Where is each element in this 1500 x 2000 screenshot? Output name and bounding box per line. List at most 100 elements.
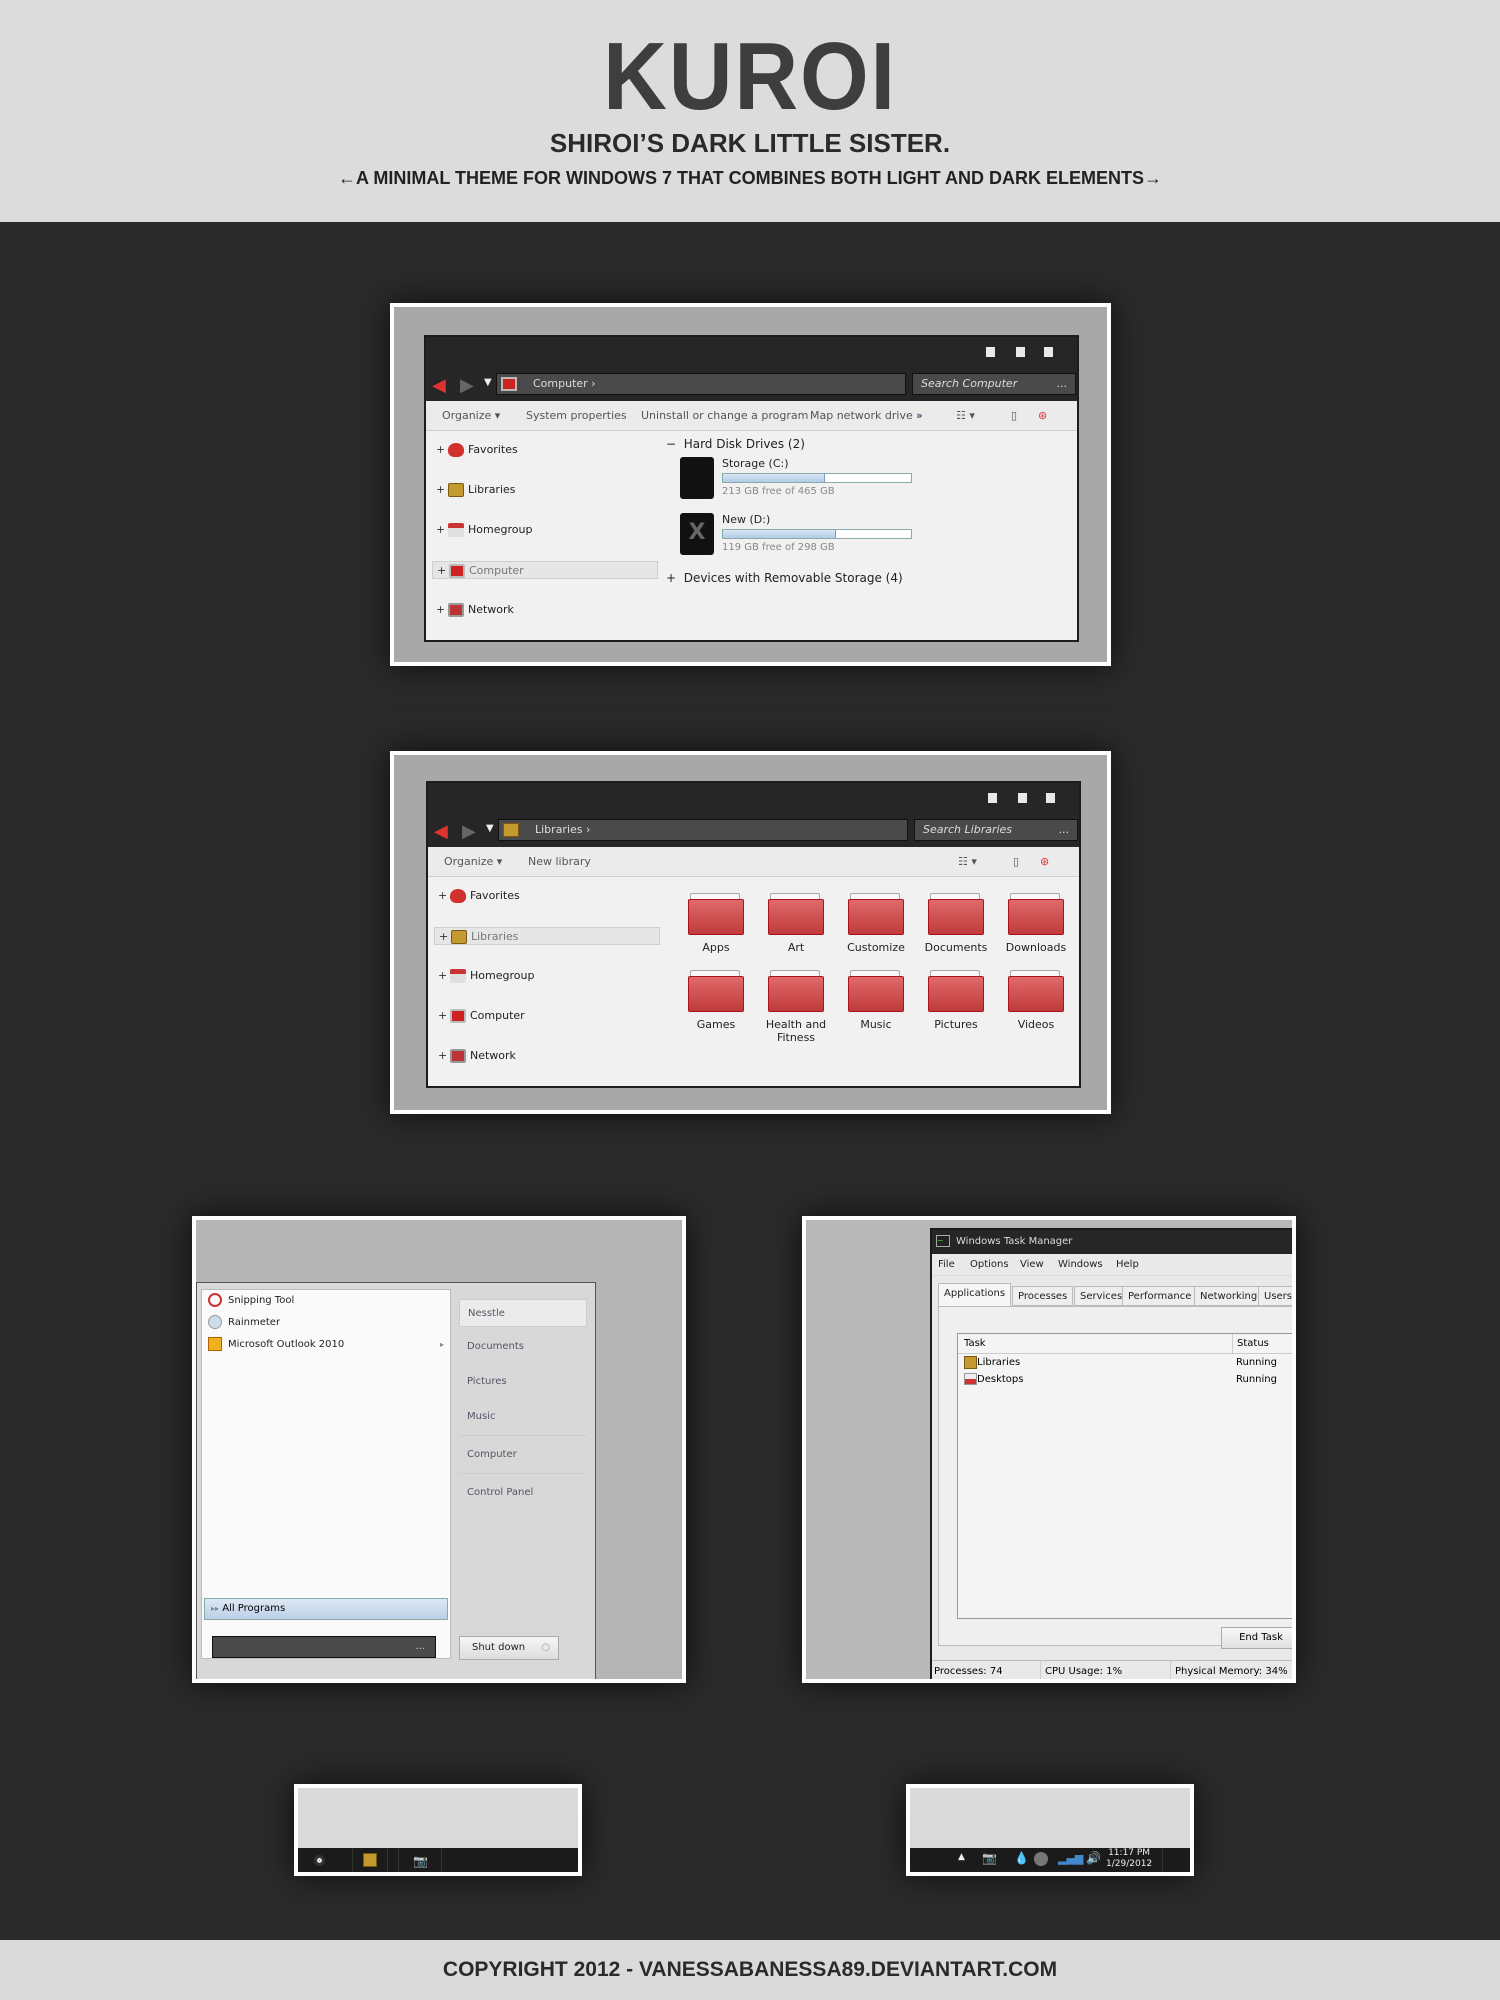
- history-dropdown-icon[interactable]: ▼: [484, 377, 492, 388]
- nav-item-computer[interactable]: + Computer: [432, 561, 658, 579]
- rainmeter-drop-icon[interactable]: 💧: [1014, 1851, 1029, 1865]
- right-item-pictures[interactable]: Pictures: [459, 1368, 587, 1396]
- organize-button[interactable]: Organize ▾: [442, 401, 500, 431]
- minimize-button[interactable]: [986, 347, 995, 357]
- menu-windows[interactable]: Windows: [1058, 1254, 1103, 1276]
- volume-icon[interactable]: 🔊: [1086, 1851, 1101, 1865]
- right-item-control-panel[interactable]: Control Panel: [459, 1479, 587, 1507]
- close-button[interactable]: [1044, 347, 1053, 357]
- right-item-documents[interactable]: Documents: [459, 1333, 587, 1361]
- new-library-button[interactable]: New library: [528, 847, 591, 877]
- folder-item[interactable]: Videos: [996, 970, 1076, 1031]
- folder-item[interactable]: Art: [756, 893, 836, 954]
- library-icon: [451, 930, 467, 944]
- tab-processes[interactable]: Processes: [1012, 1286, 1074, 1306]
- menu-help[interactable]: Help: [1116, 1254, 1139, 1276]
- folder-item[interactable]: Health and Fitness: [756, 970, 836, 1044]
- tab-users[interactable]: Users: [1258, 1286, 1292, 1306]
- column-task[interactable]: Task: [964, 1334, 986, 1354]
- preview-pane-icon[interactable]: ▯: [1011, 401, 1017, 431]
- end-task-button[interactable]: End Task: [1221, 1627, 1292, 1649]
- physical-memory: Physical Memory: 34%: [1170, 1661, 1288, 1679]
- help-icon[interactable]: ⊛: [1038, 401, 1047, 431]
- nav-item-libraries[interactable]: + Libraries: [432, 481, 658, 499]
- nav-item-homegroup[interactable]: + Homegroup: [434, 967, 660, 985]
- more-commands-button[interactable]: »: [916, 401, 923, 431]
- minimize-button[interactable]: [988, 793, 997, 803]
- tab-applications[interactable]: Applications: [938, 1283, 1012, 1306]
- table-row[interactable]: Desktops Running: [958, 1371, 1292, 1388]
- drive-d[interactable]: New (D:) 119 GB free of 298 GB: [722, 513, 912, 553]
- nav-item-favorites[interactable]: + Favorites: [434, 887, 660, 905]
- search-input[interactable]: Search Libraries...: [914, 819, 1078, 841]
- taskbar-button-snipping[interactable]: 📷: [398, 1848, 442, 1872]
- forward-arrow-icon[interactable]: ▶: [460, 375, 474, 396]
- scissors-icon: [208, 1293, 222, 1307]
- show-hidden-icons-arrow[interactable]: ▲: [958, 1852, 965, 1862]
- maximize-button[interactable]: [1018, 793, 1027, 803]
- program-outlook[interactable]: Microsoft Outlook 2010 ▸: [208, 1336, 444, 1354]
- signal-strength-icon[interactable]: ▂▄▆: [1058, 1852, 1083, 1865]
- nav-item-computer[interactable]: + Computer: [434, 1007, 660, 1025]
- nav-item-network[interactable]: + Network: [432, 601, 658, 619]
- maximize-button[interactable]: [1016, 347, 1025, 357]
- right-item-music[interactable]: Music: [459, 1403, 587, 1431]
- forward-arrow-icon[interactable]: ▶: [462, 821, 476, 842]
- all-programs-button[interactable]: ▸▸ All Programs: [204, 1598, 448, 1620]
- address-bar[interactable]: Libraries ›: [498, 819, 908, 841]
- right-item-nesstle[interactable]: Nesstle: [459, 1299, 587, 1327]
- show-desktop-button[interactable]: [1162, 1848, 1190, 1872]
- nav-item-homegroup[interactable]: + Homegroup: [432, 521, 658, 539]
- camera-icon[interactable]: 📷: [982, 1851, 997, 1865]
- menu-options[interactable]: Options: [970, 1254, 1009, 1276]
- drive-c[interactable]: Storage (C:) 213 GB free of 465 GB: [722, 457, 912, 497]
- nav-label: Computer: [470, 1009, 525, 1022]
- map-drive-button[interactable]: Map network drive: [810, 401, 913, 431]
- column-status[interactable]: Status: [1232, 1334, 1269, 1354]
- clock[interactable]: 11:17 PM 1/29/2012: [1106, 1848, 1152, 1870]
- close-button[interactable]: [1046, 793, 1055, 803]
- uninstall-button[interactable]: Uninstall or change a program: [641, 401, 808, 431]
- tab-networking[interactable]: Networking: [1194, 1286, 1264, 1306]
- group-hard-disk[interactable]: − Hard Disk Drives (2): [666, 437, 805, 451]
- utility-icon[interactable]: [1034, 1852, 1048, 1866]
- organize-button[interactable]: Organize ▾: [444, 847, 502, 877]
- view-options-icon[interactable]: ☷ ▾: [956, 401, 975, 431]
- program-rainmeter[interactable]: Rainmeter: [208, 1314, 280, 1332]
- preview-pane-icon[interactable]: ▯: [1013, 847, 1019, 877]
- taskbar-button-libraries[interactable]: [352, 1848, 388, 1872]
- computer-icon: [501, 377, 517, 391]
- address-bar[interactable]: Computer ›: [496, 373, 906, 395]
- start-search-input[interactable]: ...: [212, 1636, 436, 1658]
- window-title: Windows Task Manager: [956, 1236, 1073, 1247]
- program-snipping-tool[interactable]: Snipping Tool: [208, 1292, 294, 1310]
- folder-item[interactable]: Documents: [916, 893, 996, 954]
- start-orb-icon[interactable]: [314, 1855, 325, 1866]
- tab-services[interactable]: Services: [1074, 1286, 1129, 1306]
- nav-label: Libraries: [471, 930, 519, 943]
- table-row[interactable]: Libraries Running: [958, 1354, 1292, 1371]
- nav-item-network[interactable]: + Network: [434, 1047, 660, 1065]
- group-removable[interactable]: + Devices with Removable Storage (4): [666, 571, 903, 585]
- menu-file[interactable]: File: [938, 1254, 955, 1276]
- folder-label: Games: [696, 1018, 736, 1031]
- folder-item[interactable]: Music: [836, 970, 916, 1031]
- shutdown-button[interactable]: Shut down ○: [459, 1636, 559, 1660]
- back-arrow-icon[interactable]: ◀: [434, 821, 454, 842]
- history-dropdown-icon[interactable]: ▼: [486, 823, 494, 834]
- nav-item-favorites[interactable]: + Favorites: [432, 441, 658, 459]
- folder-item[interactable]: Apps: [676, 893, 756, 954]
- nav-item-libraries[interactable]: + Libraries: [434, 927, 660, 945]
- view-options-icon[interactable]: ☷ ▾: [958, 847, 977, 877]
- folder-item[interactable]: Games: [676, 970, 756, 1031]
- right-item-computer[interactable]: Computer: [459, 1441, 587, 1469]
- help-icon[interactable]: ⊛: [1040, 847, 1049, 877]
- folder-item[interactable]: Downloads: [996, 893, 1076, 954]
- system-properties-button[interactable]: System properties: [526, 401, 627, 431]
- folder-item[interactable]: Pictures: [916, 970, 996, 1031]
- folder-item[interactable]: Customize: [836, 893, 916, 954]
- back-arrow-icon[interactable]: ◀: [432, 375, 452, 396]
- tab-performance[interactable]: Performance: [1122, 1286, 1198, 1306]
- menu-view[interactable]: View: [1020, 1254, 1044, 1276]
- search-input[interactable]: Search Computer...: [912, 373, 1076, 395]
